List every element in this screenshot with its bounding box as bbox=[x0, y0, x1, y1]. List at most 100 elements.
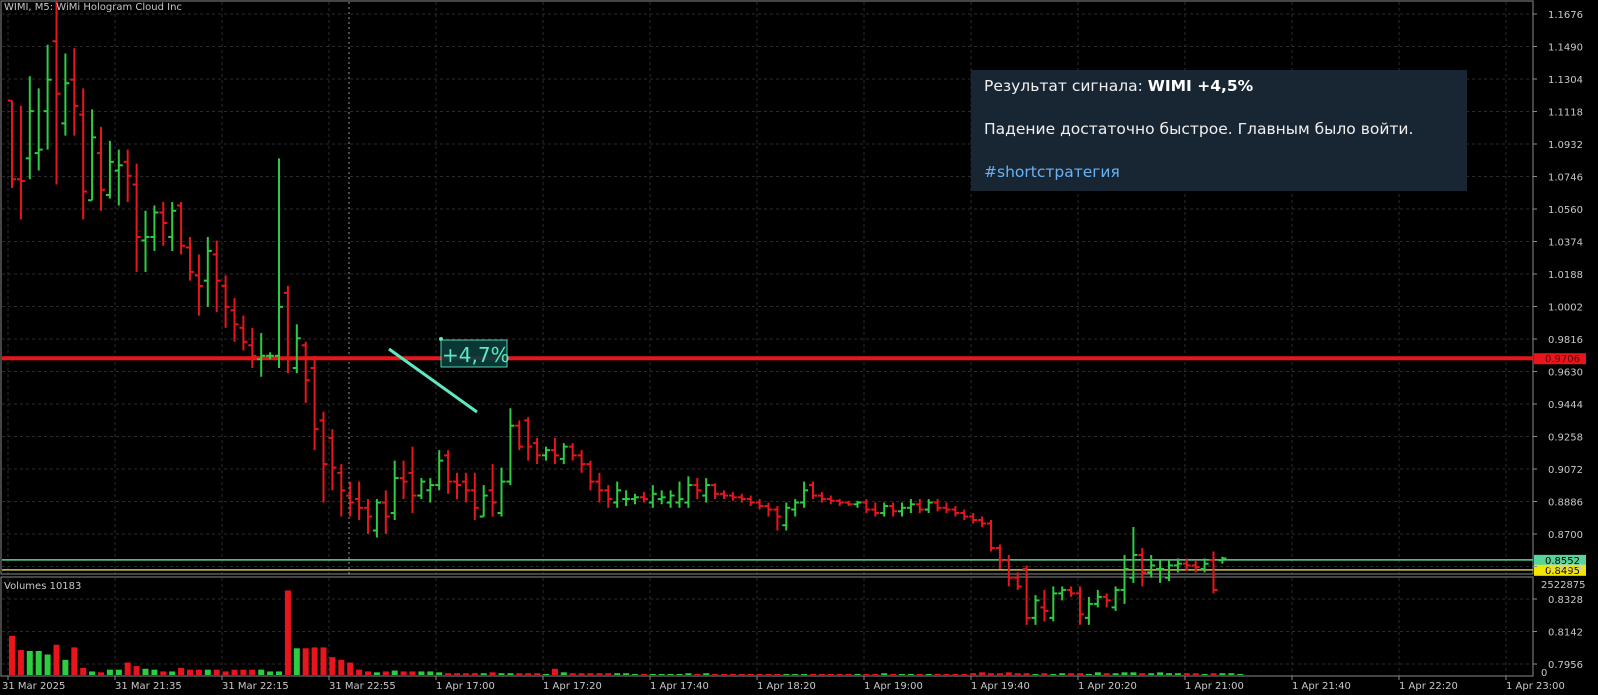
volume-bar bbox=[863, 674, 870, 675]
volume-bar bbox=[1148, 673, 1155, 675]
price-tick-label: 0.9444 bbox=[1548, 400, 1583, 411]
volume-bar bbox=[1032, 674, 1039, 675]
volume-bar bbox=[222, 671, 229, 675]
volume-bar bbox=[98, 672, 104, 675]
time-tick-label: 1 Apr 19:40 bbox=[971, 681, 1030, 692]
volume-bar bbox=[1174, 673, 1181, 675]
price-tick-label: 1.1490 bbox=[1548, 43, 1583, 54]
volume-bar bbox=[1005, 672, 1012, 675]
volume-bar bbox=[347, 662, 354, 675]
volume-bar bbox=[1059, 673, 1066, 675]
volume-bar bbox=[1157, 672, 1164, 675]
volume-bar bbox=[756, 674, 763, 675]
volume-bar bbox=[124, 662, 131, 675]
volume-bar bbox=[35, 650, 42, 675]
volume-bar bbox=[783, 674, 790, 675]
volume-bar bbox=[284, 590, 291, 675]
volume-bar bbox=[605, 673, 612, 675]
volume-bar bbox=[899, 674, 905, 675]
signal-comment: Падение достаточно быстрое. Главным было… bbox=[984, 120, 1414, 138]
volume-bar bbox=[569, 673, 576, 675]
volume-bar bbox=[1094, 672, 1101, 675]
volume-bar bbox=[471, 673, 478, 675]
volume-bar bbox=[382, 671, 389, 675]
volume-bar bbox=[89, 671, 96, 675]
signal-result-line: Результат сигнала: WIMI +4,5% bbox=[984, 77, 1253, 95]
volume-bar bbox=[774, 674, 781, 675]
level-price-label: 0.9706 bbox=[1545, 354, 1580, 365]
volume-bar bbox=[480, 673, 487, 675]
volume-bar bbox=[9, 635, 15, 675]
volume-bar bbox=[1130, 672, 1137, 675]
price-tick-label: 0.8700 bbox=[1548, 530, 1583, 541]
signal-hashtag-link[interactable]: #shortстратегия bbox=[984, 163, 1120, 181]
volume-bar bbox=[17, 650, 24, 675]
volume-bar bbox=[267, 671, 274, 675]
volume-title: Volumes 10183 bbox=[4, 581, 82, 592]
volume-bar bbox=[169, 671, 176, 675]
volume-bar bbox=[178, 667, 185, 675]
volume-bar bbox=[1112, 673, 1119, 675]
price-tick-label: 1.1304 bbox=[1548, 75, 1583, 86]
volume-bar bbox=[827, 674, 834, 675]
volume-bar bbox=[133, 666, 140, 675]
time-tick-label: 1 Apr 17:20 bbox=[543, 681, 602, 692]
volume-bar bbox=[1014, 673, 1021, 675]
price-tick-label: 0.8142 bbox=[1548, 628, 1583, 639]
volume-bar bbox=[187, 669, 193, 675]
volume-bar bbox=[667, 674, 674, 675]
volume-bar bbox=[489, 672, 496, 675]
volume-bar bbox=[970, 673, 977, 675]
volume-bar bbox=[881, 673, 888, 675]
volume-bar bbox=[400, 671, 407, 675]
signal-message-panel: Результат сигнала: WIMI +4,5% Падение до… bbox=[971, 70, 1467, 191]
volume-bar bbox=[498, 673, 505, 675]
volume-bar bbox=[115, 669, 122, 675]
volume-bar bbox=[1050, 674, 1057, 675]
price-tick-label: 0.8514 bbox=[1548, 563, 1583, 574]
volume-bar bbox=[1166, 673, 1172, 675]
volume-bar bbox=[249, 669, 256, 675]
time-tick-label: 31 Mar 22:55 bbox=[329, 681, 396, 692]
volume-bar bbox=[1103, 673, 1110, 675]
volume-bar bbox=[738, 674, 745, 675]
volume-bar bbox=[729, 674, 736, 675]
volume-bar bbox=[276, 671, 282, 675]
volume-bar bbox=[80, 667, 87, 675]
price-tick-label: 1.0746 bbox=[1548, 173, 1583, 184]
price-tick-label: 1.0002 bbox=[1548, 303, 1583, 314]
volume-bar bbox=[694, 674, 701, 675]
volume-bar bbox=[356, 669, 363, 675]
volume-bar bbox=[454, 673, 460, 675]
price-tick-label: 0.7956 bbox=[1548, 660, 1583, 671]
price-tick-label: 1.0188 bbox=[1548, 270, 1583, 281]
volume-bar bbox=[890, 674, 897, 675]
volume-bar bbox=[320, 647, 327, 675]
volume-bar bbox=[240, 669, 247, 675]
price-tick-label: 0.9630 bbox=[1548, 368, 1583, 379]
volume-bar bbox=[462, 673, 469, 675]
time-tick-label: 1 Apr 17:40 bbox=[650, 681, 709, 692]
price-tick-label: 0.8886 bbox=[1548, 498, 1583, 509]
volume-bar bbox=[649, 674, 656, 675]
volume-zero-label: 0 bbox=[1541, 668, 1547, 679]
volume-bar bbox=[338, 659, 345, 675]
volume-bar bbox=[525, 673, 532, 675]
price-tick-label: 1.1676 bbox=[1548, 10, 1583, 21]
price-tick-label: 0.9816 bbox=[1548, 335, 1583, 346]
volume-bar bbox=[943, 674, 950, 675]
volume-bar bbox=[1077, 673, 1083, 675]
volume-bar bbox=[658, 674, 665, 675]
price-tick-label: 1.0932 bbox=[1548, 140, 1583, 151]
volume-bar bbox=[516, 673, 523, 675]
volume-bar bbox=[1201, 674, 1208, 675]
volume-bar bbox=[204, 669, 211, 675]
volume-bar bbox=[302, 648, 309, 675]
time-tick-label: 1 Apr 21:40 bbox=[1292, 681, 1351, 692]
volume-bar bbox=[62, 659, 69, 675]
volume-bar bbox=[988, 673, 994, 675]
volume-bar bbox=[151, 669, 158, 675]
volume-bar bbox=[676, 674, 683, 675]
volume-bar bbox=[551, 668, 558, 675]
volume-bar bbox=[587, 673, 594, 675]
